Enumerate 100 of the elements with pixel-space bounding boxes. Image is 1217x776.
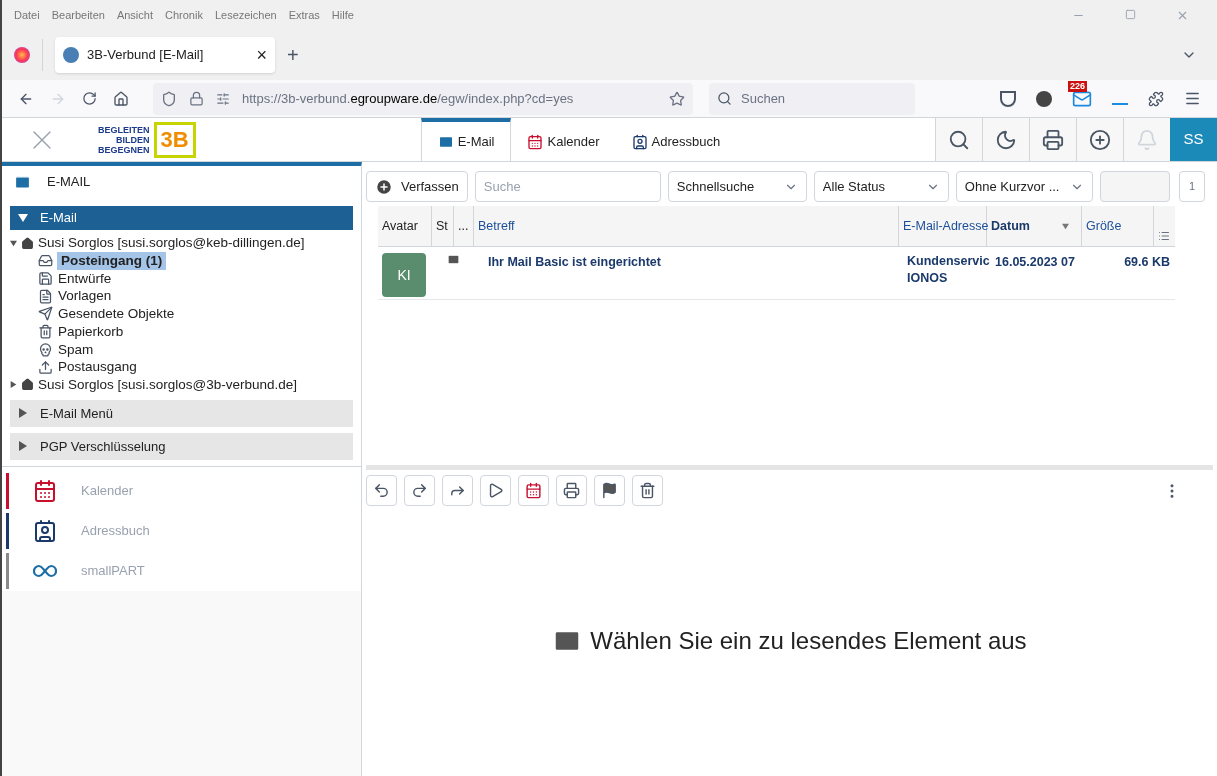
pocket-icon[interactable] [1000, 90, 1016, 107]
page-number[interactable]: 1 [1179, 171, 1205, 202]
app-tab[interactable]: E-Mail [420, 118, 512, 161]
reload-icon[interactable] [82, 91, 97, 106]
bookmark-star-icon[interactable] [669, 90, 685, 107]
new-tab-button[interactable]: + [287, 41, 299, 69]
close-tab-button[interactable]: × [256, 41, 267, 69]
reply-icon[interactable] [366, 475, 397, 506]
shield-icon [161, 90, 177, 107]
add-icon [375, 177, 393, 196]
url-text: https://3b-verbund.egroupware.de/egw/index.php?cd=yes [242, 89, 574, 108]
folder-item[interactable]: Postausgang [57, 358, 138, 376]
inbox-icon [38, 253, 53, 269]
contact-card-icon [631, 133, 648, 150]
redirect-icon[interactable] [480, 475, 511, 506]
column-header[interactable]: Betreff [474, 206, 899, 246]
filter-dropdown[interactable]: Schnellsuche [667, 171, 807, 202]
calendar-icon [33, 478, 57, 503]
document-icon [38, 288, 53, 304]
filter-dropdown[interactable]: Alle Status [813, 171, 949, 202]
menu-item[interactable]: Lesezeichen [214, 6, 277, 24]
skull-icon [38, 341, 53, 357]
caret-down-icon [1062, 222, 1069, 230]
app-tab[interactable]: Adressbuch [615, 118, 737, 161]
extension-avatar-icon[interactable] [1036, 90, 1052, 107]
browser-search-field[interactable]: Suchen [709, 82, 915, 115]
folder-item[interactable]: Papierkorb [57, 322, 125, 341]
home-icon [21, 378, 34, 392]
column-header[interactable]: Avatar [378, 206, 432, 246]
collapsible-panel[interactable]: E-Mail Menü [10, 399, 353, 427]
column-header[interactable]: Größe [1082, 206, 1154, 246]
search-field[interactable]: Suche [474, 171, 661, 202]
menu-item[interactable]: Extras [288, 6, 320, 24]
reply-all-icon[interactable] [404, 475, 435, 506]
menu-icon[interactable] [1184, 90, 1201, 107]
folder-item[interactable]: Gesendete Objekte [57, 305, 176, 323]
logo: BEGLEITEN BILDEN BEGEGNEN 3B [98, 118, 196, 161]
permissions-icon [216, 91, 230, 106]
subject-text: Ihr Mail Basic ist eingerichtet [487, 254, 662, 271]
sidebar-title: E-MAIL [47, 173, 91, 192]
add-icon[interactable] [1089, 128, 1111, 151]
caret-right-icon [18, 408, 28, 419]
browser-tab[interactable]: 3B-Verbund [E-Mail] × [55, 37, 275, 73]
text-field[interactable] [1099, 171, 1170, 202]
caret-right-icon [18, 441, 28, 452]
address-bar[interactable]: https://3b-verbund.egroupware.de/egw/index.php?cd=yes [153, 82, 693, 115]
home-icon [21, 236, 34, 250]
outbox-icon [38, 359, 53, 375]
search-icon [717, 90, 732, 106]
tab-title: 3B-Verbund [E-Mail] [87, 46, 204, 65]
sidebar-section-header[interactable]: E-Mail [10, 206, 353, 230]
account-tree-item[interactable]: Susi Sorglos [susi.sorglos@keb-dillingen.de] [10, 234, 353, 252]
avatar: KI [382, 253, 426, 297]
message-row[interactable]: KI Ihr Mail Basic ist eingerichtet Kundenservic IONOS 16.05.2023 07 69.6 KB [378, 247, 1175, 300]
home-icon[interactable] [113, 90, 129, 107]
extensions-icon[interactable] [1148, 90, 1164, 107]
user-avatar[interactable]: SS [1170, 118, 1217, 161]
column-header[interactable]: ... [454, 206, 474, 246]
menu-item[interactable]: Bearbeiten [51, 6, 105, 24]
paper-plane-icon [38, 306, 53, 322]
folder-item[interactable]: Vorlagen [57, 287, 113, 306]
column-header[interactable]: St [432, 206, 454, 246]
menu-item[interactable]: Hilfe [331, 6, 354, 24]
filter-dropdown[interactable]: Ohne Kurzvor ... [955, 171, 1093, 202]
column-header[interactable]: E-Mail-Adresse [899, 206, 987, 246]
browser-logo-icon [14, 47, 30, 63]
menu-item[interactable]: Chronik [165, 6, 203, 24]
column-selector-icon[interactable] [1158, 230, 1170, 242]
moon-icon[interactable] [995, 128, 1017, 151]
folder-item[interactable]: Entwürfe [57, 269, 113, 288]
compose-button[interactable]: Verfassen [366, 171, 468, 202]
search-icon[interactable] [948, 128, 970, 151]
sender-text: IONOS [907, 270, 949, 287]
menu-item[interactable]: Ansicht [116, 6, 153, 24]
infinity-icon [33, 563, 57, 578]
date-text: 16.05.2023 07 [994, 254, 1076, 271]
contact-card-icon [33, 518, 57, 543]
trash-icon[interactable] [632, 475, 663, 506]
size-text: 69.6 KB [1123, 254, 1171, 271]
calendar-icon [527, 133, 544, 150]
empty-preview-message: Wählen Sie ein zu lesendes Element aus [590, 626, 1027, 656]
folder-item[interactable]: Posteingang (1) [57, 252, 167, 270]
flag-icon[interactable] [594, 475, 625, 506]
forward-icon[interactable] [442, 475, 473, 506]
collapsible-panel[interactable]: PGP Verschlüsselung [10, 432, 353, 460]
caret-right-icon [10, 381, 17, 389]
folder-item[interactable]: Spam [57, 340, 95, 359]
menu-item[interactable]: Datei [14, 6, 40, 24]
column-header[interactable]: Datum [987, 206, 1082, 246]
caret-down-icon [18, 213, 28, 223]
account-tree-item[interactable]: Susi Sorglos [susi.sorglos@3b-verbund.de] [10, 375, 353, 394]
caret-down-icon [10, 239, 17, 247]
calendar-icon[interactable] [518, 475, 549, 506]
printer-icon[interactable] [556, 475, 587, 506]
lock-icon [189, 91, 204, 106]
printer-icon[interactable] [1042, 128, 1064, 151]
trash-icon [38, 324, 53, 340]
app-tab[interactable]: Kalender [511, 118, 616, 161]
mail-count-badge: 226 [1068, 80, 1088, 92]
sender-text: Kundenservic [907, 253, 987, 270]
